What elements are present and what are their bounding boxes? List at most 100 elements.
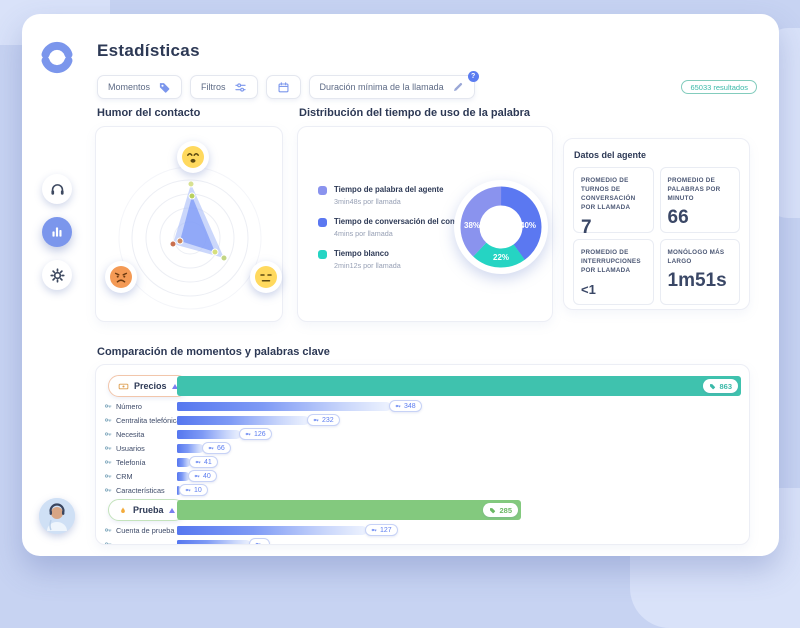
calendar-icon <box>278 81 289 92</box>
keyword-value-pill: 10 <box>179 484 208 496</box>
keyword-row-cuenta-de-prueba[interactable]: Cuenta de prueba 127 <box>96 523 749 537</box>
tag-icon <box>490 507 496 513</box>
keyword-value-pill <box>249 538 270 544</box>
date-range-button[interactable] <box>265 75 301 99</box>
moment-value: 863 <box>719 381 732 391</box>
moment-label: Precios <box>134 381 167 391</box>
sidebar-item-statistics[interactable] <box>42 217 72 247</box>
keyword-value-pill: 348 <box>389 400 422 412</box>
help-badge[interactable]: ? <box>467 71 479 82</box>
momentos-button-label: Momentos <box>108 82 151 92</box>
distribution-section-title: Distribución del tiempo de uso de la pal… <box>299 107 531 119</box>
agent-card-label: PROMEDIO DE TURNOS DE CONVERSACIÓN POR L… <box>581 177 636 212</box>
keyword-bar <box>177 429 241 439</box>
legend-sublabel: 3min48s por llamada <box>334 197 401 207</box>
agent-card-interruptions: PROMEDIO DE INTERRUPCIONES POR LLAMADA <… <box>573 239 654 305</box>
gear-icon <box>49 267 65 283</box>
moment-bar[interactable]: 863 <box>177 376 741 396</box>
keyword-value-pill: 127 <box>365 524 398 536</box>
slice-label-40: 40% <box>520 221 537 230</box>
filter-toolbar: Momentos Filtros Duración mínima de la l… <box>97 71 479 99</box>
mood-radar-card <box>95 126 283 322</box>
key-icon <box>194 474 200 478</box>
agent-card-turns: PROMEDIO DE TURNOS DE CONVERSACIÓN POR L… <box>573 167 654 238</box>
keyword-row-caracteristicas[interactable]: Características 10 <box>96 483 749 497</box>
key-icon <box>104 446 112 450</box>
key-icon <box>185 488 191 492</box>
neutral-emoji-icon <box>250 261 282 293</box>
keyword-row-centralita[interactable]: Centralita telefónica 232 <box>96 413 749 427</box>
legend-swatch <box>318 250 327 260</box>
moment-value-pill: 285 <box>483 503 518 517</box>
key-icon <box>104 528 112 532</box>
moment-label: Prueba <box>133 505 164 515</box>
avatar-image <box>39 498 75 534</box>
keyword-row-crm[interactable]: CRM 40 <box>96 469 749 483</box>
keyword-bar <box>177 443 204 453</box>
keyword-value: 66 <box>217 444 225 452</box>
agent-card-words: PROMEDIO DE PALABRAS POR MINUTO 66 <box>659 167 740 233</box>
slice-label-38: 38% <box>464 221 481 230</box>
moment-value: 285 <box>499 505 512 515</box>
key-icon <box>245 432 251 436</box>
keyword-value: 10 <box>194 486 202 494</box>
moment-pill-precios[interactable]: Precios <box>108 375 188 397</box>
keyword-value-pill: 126 <box>239 428 272 440</box>
agent-data-panel: Datos del agente PROMEDIO DE TURNOS DE C… <box>563 138 750 310</box>
keyword-row-clipped[interactable] <box>96 537 749 544</box>
agent-card-label: PROMEDIO DE PALABRAS POR MINUTO <box>667 177 721 203</box>
moment-pill-prueba[interactable]: Prueba <box>108 499 185 521</box>
keyword-row-necesita[interactable]: Necesita 126 <box>96 427 749 441</box>
sidebar-item-calls[interactable] <box>42 174 72 204</box>
key-icon <box>104 404 112 408</box>
keyword-bar <box>177 539 251 544</box>
agent-panel-title: Datos del agente <box>574 150 647 160</box>
agent-card-label: MONÓLOGO MÁS LARGO <box>667 249 725 266</box>
bar-chart-icon <box>52 227 62 237</box>
moment-bar[interactable]: 285 <box>177 500 521 520</box>
keyword-row-numero[interactable]: Número 348 <box>96 399 749 413</box>
agent-card-monologue: MONÓLOGO MÁS LARGO 1m51s <box>659 239 740 305</box>
sad-emoji-icon <box>105 261 137 293</box>
key-icon <box>104 460 112 464</box>
key-icon <box>104 542 112 544</box>
keyword-value: 126 <box>254 430 266 438</box>
legend-item-agent: Tiempo de palabra del agente 3min48s por… <box>318 185 473 206</box>
keyword-label: Necesita <box>116 429 145 439</box>
key-icon <box>104 418 112 422</box>
app-window: Estadísticas Momentos Filtros Duración m… <box>22 14 779 556</box>
sidebar-item-settings[interactable] <box>42 260 72 290</box>
keyword-row-usuarios[interactable]: Usuarios 66 <box>96 441 749 455</box>
keyword-label: Usuarios <box>116 443 145 453</box>
agent-card-label: PROMEDIO DE INTERRUPCIONES POR LLAMADA <box>581 249 641 275</box>
min-duration-button[interactable]: Duración mínima de la llamada ? <box>308 71 479 99</box>
pencil-icon <box>453 82 462 91</box>
app-logo[interactable] <box>40 40 74 74</box>
momentos-button[interactable]: Momentos <box>97 75 183 99</box>
keyword-row-telefonia[interactable]: Telefonía 41 <box>96 455 749 469</box>
key-icon <box>104 474 112 478</box>
keyword-value: 127 <box>380 526 392 534</box>
moment-value-pill: 863 <box>703 379 738 393</box>
filtros-button[interactable]: Filtros <box>190 75 258 99</box>
user-avatar[interactable] <box>39 498 75 534</box>
keyword-label: Centralita telefónica <box>116 415 181 425</box>
money-icon <box>118 383 129 389</box>
slice-label-22: 22% <box>493 253 510 262</box>
keyword-value: 40 <box>203 472 211 480</box>
legend-label: Tiempo blanco <box>334 249 389 259</box>
keyword-value: 232 <box>322 416 334 424</box>
filtros-button-label: Filtros <box>201 82 226 92</box>
agent-card-value: 7 <box>581 216 592 238</box>
donut-chart: 40% 38% 22% <box>454 180 548 274</box>
keyword-value: 348 <box>404 402 416 410</box>
happy-emoji-icon <box>177 141 209 173</box>
sliders-icon <box>234 82 246 92</box>
keyword-bar <box>177 525 367 535</box>
agent-card-value: <1 <box>581 282 596 298</box>
legend-label: Tiempo de conversación del contacto <box>334 217 474 227</box>
moment-row-precios: Precios 863 <box>96 373 749 399</box>
mood-section-title: Humor del contacto <box>97 107 201 119</box>
sort-up-icon <box>168 507 175 513</box>
tag-icon <box>710 383 716 389</box>
